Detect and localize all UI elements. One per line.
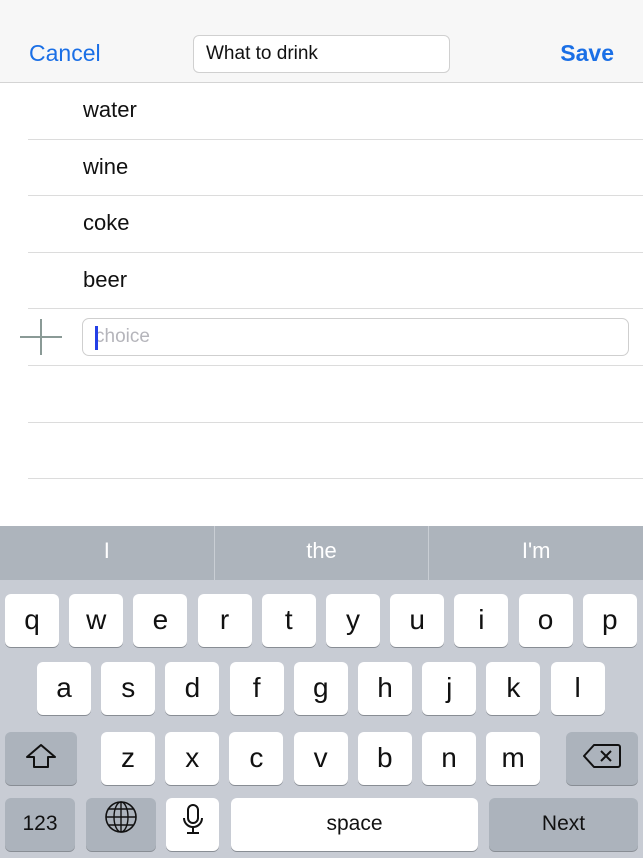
- choice-placeholder: choice: [95, 326, 150, 348]
- choice-label: wine: [83, 153, 129, 179]
- key-v[interactable]: v: [293, 732, 348, 785]
- delete-key[interactable]: [566, 732, 638, 785]
- save-button[interactable]: Save: [560, 40, 614, 67]
- key-n[interactable]: n: [422, 732, 476, 785]
- title-input[interactable]: What to drink: [193, 35, 450, 73]
- choice-label: water: [83, 97, 137, 122]
- key-i[interactable]: i: [454, 594, 509, 647]
- shift-icon: [24, 734, 58, 786]
- microphone-icon: [181, 800, 205, 852]
- key-h[interactable]: h: [358, 662, 412, 715]
- key-x[interactable]: x: [165, 732, 220, 785]
- key-g[interactable]: g: [293, 662, 348, 715]
- add-choice-row: choice: [20, 309, 643, 366]
- key-y[interactable]: y: [326, 594, 380, 647]
- key-l[interactable]: l: [550, 662, 605, 715]
- keyboard: I the I'm q w e r t y u i o p a s d f g h j k l z x c v b n m 123 s…: [0, 526, 643, 858]
- delete-icon: [582, 734, 622, 786]
- cancel-button[interactable]: Cancel: [29, 40, 101, 67]
- next-key[interactable]: Next: [489, 798, 638, 851]
- key-k[interactable]: k: [486, 662, 541, 715]
- list-item[interactable]: coke: [28, 196, 643, 253]
- key-j[interactable]: j: [422, 662, 477, 715]
- suggestion-item[interactable]: I'm: [429, 526, 643, 580]
- shift-key[interactable]: [5, 732, 77, 785]
- empty-row: [28, 366, 643, 423]
- choice-label: coke: [83, 210, 130, 236]
- plus-icon[interactable]: [20, 319, 62, 356]
- key-f[interactable]: f: [229, 662, 284, 715]
- suggestion-bar: I the I'm: [0, 526, 643, 580]
- dictation-key[interactable]: [166, 798, 219, 851]
- list-item[interactable]: beer: [28, 253, 643, 310]
- key-a[interactable]: a: [37, 662, 91, 715]
- globe-icon: [103, 799, 139, 852]
- text-caret: [95, 326, 98, 351]
- key-p[interactable]: p: [582, 594, 637, 647]
- key-t[interactable]: t: [261, 594, 316, 647]
- list-item[interactable]: wine: [28, 140, 643, 197]
- key-e[interactable]: e: [133, 594, 188, 647]
- suggestion-item[interactable]: I: [0, 526, 215, 580]
- key-r[interactable]: r: [197, 594, 252, 647]
- space-key[interactable]: space: [231, 798, 478, 851]
- choice-label: beer: [83, 266, 128, 292]
- key-z[interactable]: z: [101, 732, 155, 785]
- globe-key[interactable]: [86, 798, 156, 851]
- suggestion-item[interactable]: the: [215, 526, 430, 580]
- key-d[interactable]: d: [165, 662, 220, 715]
- new-choice-input[interactable]: choice: [82, 318, 629, 357]
- key-u[interactable]: u: [390, 594, 445, 647]
- list-item[interactable]: water: [28, 83, 643, 140]
- key-b[interactable]: b: [357, 732, 412, 785]
- key-q[interactable]: q: [5, 594, 59, 647]
- key-s[interactable]: s: [101, 662, 156, 715]
- navigation-bar: Cancel What to drink Save: [0, 0, 643, 83]
- key-o[interactable]: o: [518, 594, 573, 647]
- key-c[interactable]: c: [229, 732, 284, 785]
- key-m[interactable]: m: [486, 732, 541, 785]
- choices-list: water wine coke beer choice: [0, 83, 643, 480]
- key-w[interactable]: w: [69, 594, 124, 647]
- empty-row: [28, 423, 643, 480]
- numbers-key[interactable]: 123: [5, 798, 75, 851]
